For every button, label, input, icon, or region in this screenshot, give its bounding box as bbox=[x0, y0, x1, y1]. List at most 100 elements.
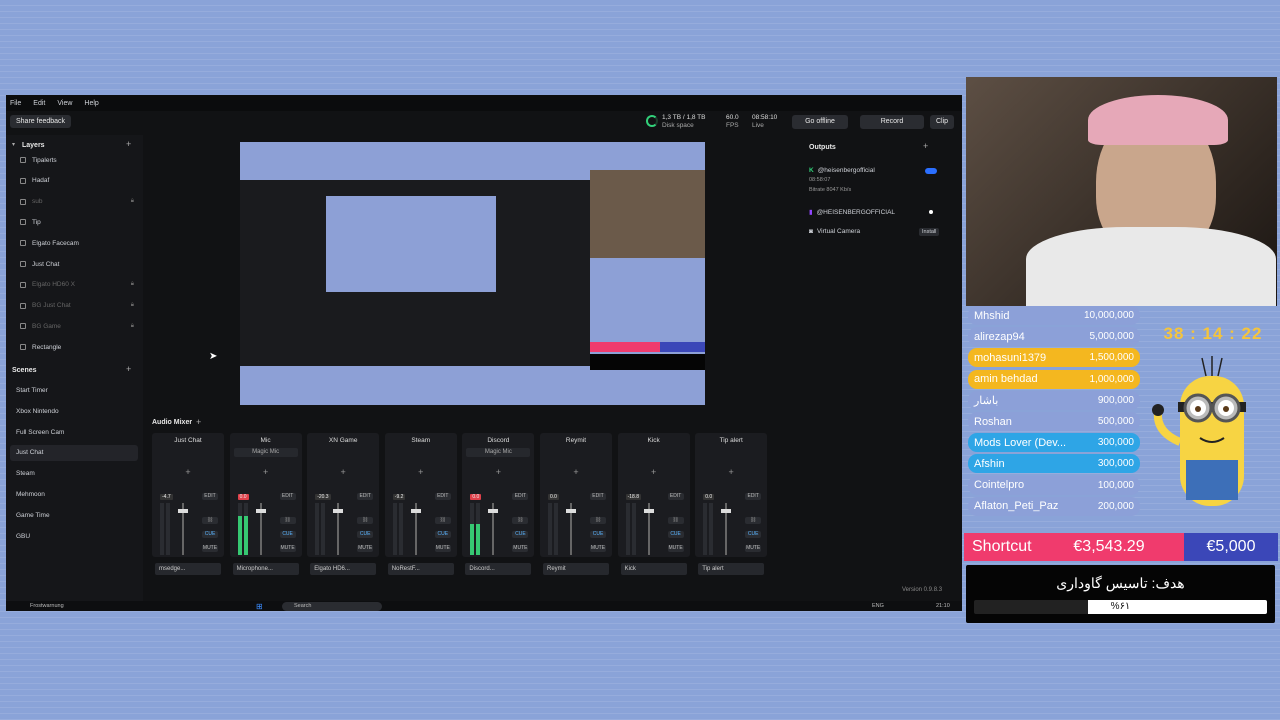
volume-fader[interactable] bbox=[410, 503, 421, 555]
layer-item[interactable]: BG Game 🔒︎ bbox=[10, 319, 138, 333]
add-filter-icon[interactable]: + bbox=[618, 467, 690, 477]
taskbar-search[interactable]: Search bbox=[282, 602, 382, 611]
layer-item[interactable]: Elgato Facecam bbox=[10, 236, 138, 250]
cue-button[interactable]: CUE bbox=[279, 531, 296, 538]
edit-button[interactable]: EDIT bbox=[590, 493, 606, 500]
mute-button[interactable]: MUTE bbox=[202, 545, 218, 552]
mute-button[interactable]: MUTE bbox=[434, 545, 451, 552]
output-twitch[interactable]: ▮ @HEISENBERGOFFICIAL bbox=[809, 208, 933, 216]
fader-knob[interactable] bbox=[566, 509, 576, 513]
cue-button[interactable]: CUE bbox=[357, 531, 374, 538]
add-filter-icon[interactable]: + bbox=[462, 467, 534, 477]
scene-item[interactable]: Start Timer bbox=[10, 383, 138, 399]
share-feedback-button[interactable]: Share feedback bbox=[10, 115, 72, 128]
edit-button[interactable]: EDIT bbox=[357, 493, 374, 500]
link-icon[interactable]: ⛓ bbox=[512, 517, 529, 524]
edit-button[interactable]: EDIT bbox=[279, 493, 296, 500]
channel-name[interactable]: XN Game bbox=[307, 437, 379, 444]
cue-button[interactable]: CUE bbox=[202, 531, 218, 538]
layer-item[interactable]: Rectangle bbox=[10, 340, 138, 354]
layer-item[interactable]: Hadaf bbox=[10, 174, 138, 188]
link-icon[interactable]: ⛓ bbox=[202, 517, 218, 524]
link-icon[interactable]: ⛓ bbox=[667, 517, 684, 524]
language-indicator[interactable]: ENG bbox=[872, 603, 884, 609]
cue-button[interactable]: CUE bbox=[667, 531, 684, 538]
mute-button[interactable]: MUTE bbox=[512, 545, 529, 552]
volume-fader[interactable] bbox=[178, 503, 188, 555]
channel-name[interactable]: Tip alert bbox=[695, 437, 767, 444]
cue-button[interactable]: CUE bbox=[434, 531, 451, 538]
cue-button[interactable]: CUE bbox=[590, 531, 606, 538]
scene-item[interactable]: Steam bbox=[10, 466, 138, 482]
go-offline-button[interactable]: Go offline bbox=[792, 115, 848, 129]
chevron-down-icon[interactable]: ▾ bbox=[12, 141, 15, 148]
layer-item[interactable]: Tip bbox=[10, 215, 138, 229]
scene-item[interactable]: Just Chat bbox=[10, 445, 138, 462]
scene-item[interactable]: Xbox Nintendo bbox=[10, 404, 138, 420]
layer-item[interactable]: Tipalerts bbox=[10, 153, 138, 167]
link-icon[interactable]: ⛓ bbox=[745, 517, 762, 524]
scene-item[interactable]: GBU bbox=[10, 529, 138, 545]
mute-button[interactable]: MUTE bbox=[745, 545, 762, 552]
audio-source-select[interactable]: Kick bbox=[620, 563, 687, 575]
layer-item[interactable]: BG Just Chat 🔒︎ bbox=[10, 299, 138, 313]
add-scene-icon[interactable]: + bbox=[126, 364, 131, 374]
channel-filter[interactable]: Magic Mic bbox=[233, 448, 298, 457]
channel-name[interactable]: Mic bbox=[230, 437, 302, 444]
output-kick[interactable]: K @heisenbergofficial bbox=[809, 167, 937, 174]
edit-button[interactable]: EDIT bbox=[745, 493, 762, 500]
add-filter-icon[interactable]: + bbox=[385, 467, 457, 477]
audio-source-select[interactable]: Elgato HD6... bbox=[310, 563, 377, 575]
audio-source-select[interactable]: msedge... bbox=[155, 563, 221, 575]
audio-source-select[interactable]: Reymit bbox=[543, 563, 609, 575]
channel-name[interactable]: Discord bbox=[462, 437, 534, 444]
audio-source-select[interactable]: Tip alert bbox=[698, 563, 765, 575]
lock-icon[interactable]: 🔒︎ bbox=[131, 323, 134, 330]
audio-source-select[interactable]: NoRestF... bbox=[387, 563, 454, 575]
lock-icon[interactable]: 🔒︎ bbox=[131, 281, 134, 288]
link-icon[interactable]: ⛓ bbox=[590, 517, 606, 524]
volume-fader[interactable] bbox=[566, 503, 576, 555]
toggle-switch[interactable] bbox=[925, 167, 937, 174]
volume-fader[interactable] bbox=[721, 503, 732, 555]
volume-fader[interactable] bbox=[643, 503, 654, 555]
link-icon[interactable]: ⛓ bbox=[279, 517, 296, 524]
lock-icon[interactable]: 🔒︎ bbox=[131, 302, 134, 309]
layer-item[interactable]: sub 🔒︎ bbox=[10, 195, 138, 209]
add-audio-icon[interactable]: + bbox=[196, 417, 201, 427]
add-filter-icon[interactable]: + bbox=[152, 467, 224, 477]
layer-item[interactable]: Just Chat bbox=[10, 257, 138, 271]
edit-button[interactable]: EDIT bbox=[512, 493, 529, 500]
menu-file[interactable]: File bbox=[10, 100, 21, 107]
menu-help[interactable]: Help bbox=[84, 100, 98, 107]
mute-button[interactable]: MUTE bbox=[279, 545, 296, 552]
fader-knob[interactable] bbox=[721, 509, 732, 513]
scene-item[interactable]: Full Screen Cam bbox=[10, 425, 138, 441]
link-icon[interactable]: ⛓ bbox=[357, 517, 374, 524]
channel-name[interactable]: Reymit bbox=[540, 437, 612, 444]
lock-icon[interactable]: 🔒︎ bbox=[131, 198, 134, 205]
volume-fader[interactable] bbox=[488, 503, 499, 555]
clip-button[interactable]: Clip bbox=[930, 115, 954, 129]
edit-button[interactable]: EDIT bbox=[667, 493, 684, 500]
menu-view[interactable]: View bbox=[57, 100, 72, 107]
add-filter-icon[interactable]: + bbox=[540, 467, 612, 477]
audio-source-select[interactable]: Microphone... bbox=[232, 563, 299, 575]
add-filter-icon[interactable]: + bbox=[230, 467, 302, 477]
cue-button[interactable]: CUE bbox=[512, 531, 529, 538]
fader-knob[interactable] bbox=[410, 509, 421, 513]
install-button[interactable]: Install bbox=[919, 227, 940, 236]
mute-button[interactable]: MUTE bbox=[357, 545, 374, 552]
volume-fader[interactable] bbox=[255, 503, 266, 555]
output-virtual-camera[interactable]: ◙ Virtual Camera Install bbox=[809, 227, 940, 236]
scene-item[interactable]: Game Time bbox=[10, 508, 138, 524]
channel-name[interactable]: Kick bbox=[618, 437, 690, 444]
fader-knob[interactable] bbox=[643, 509, 654, 513]
cue-button[interactable]: CUE bbox=[745, 531, 762, 538]
audio-source-select[interactable]: Discord... bbox=[465, 563, 532, 575]
channel-name[interactable]: Just Chat bbox=[152, 437, 224, 444]
edit-button[interactable]: EDIT bbox=[202, 493, 218, 500]
fader-knob[interactable] bbox=[488, 509, 499, 513]
fader-knob[interactable] bbox=[333, 509, 344, 513]
add-filter-icon[interactable]: + bbox=[307, 467, 379, 477]
